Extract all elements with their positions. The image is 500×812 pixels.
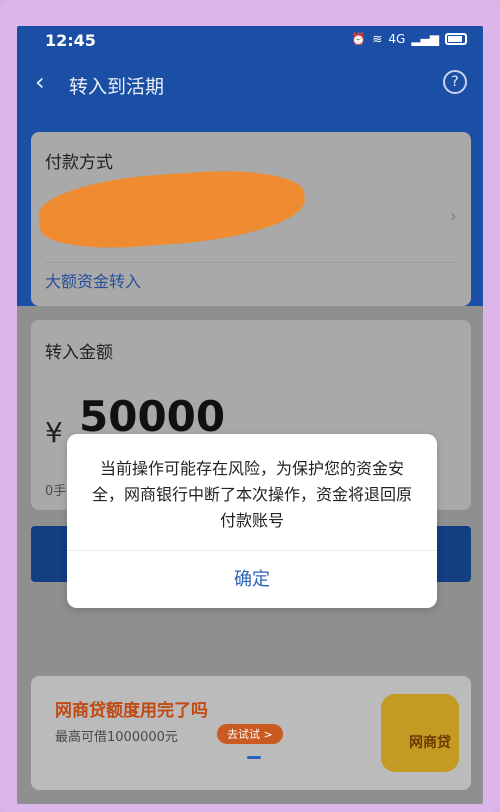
status-icons: ⏰ ≋ 4G ▂▄▆	[351, 32, 467, 46]
large-transfer-link[interactable]: 大额资金转入	[45, 268, 141, 292]
alarm-icon: ⏰	[351, 32, 367, 46]
battery-icon	[445, 33, 467, 45]
status-bar: 12:45 ⏰ ≋ 4G ▂▄▆	[17, 26, 483, 56]
promo-subtitle: 最高可借1000000元	[55, 730, 178, 745]
wifi-icon: ≋	[372, 32, 383, 46]
promo-mascot-label: 网商贷	[409, 735, 451, 751]
dialog-message: 当前操作可能存在风险，为保护您的资金安全，网商银行中断了本次操作，资金将退回原付…	[91, 459, 412, 530]
currency-symbol: ¥	[45, 416, 63, 449]
status-time: 12:45	[45, 31, 96, 50]
top-navigation: ‹ 转入到活期 ?	[17, 62, 483, 106]
amount-label: 转入金额	[45, 343, 113, 363]
promo-title: 网商贷额度用完了吗	[55, 701, 208, 721]
dialog-divider	[67, 550, 437, 551]
chevron-right-icon[interactable]: ›	[450, 206, 457, 227]
risk-dialog: 当前操作可能存在风险，为保护您的资金安全，网商银行中断了本次操作，资金将退回原付…	[67, 434, 437, 608]
amount-hint: 0手	[45, 484, 67, 499]
promo-banner[interactable]: 网商贷额度用完了吗 最高可借1000000元 去试试 > 网商贷	[31, 676, 471, 790]
page-indicator	[247, 756, 261, 759]
signal-label: 4G	[388, 32, 406, 46]
phone-screen: 12:45 ⏰ ≋ 4G ▂▄▆ ‹ 转入到活期 ? 付款方式 大额资金转入 ›…	[17, 26, 483, 804]
promo-try-button[interactable]: 去试试 >	[217, 724, 283, 744]
back-chevron-icon[interactable]: ‹	[35, 68, 45, 96]
page-title: 转入到活期	[69, 76, 165, 98]
payment-method-label: 付款方式	[45, 153, 113, 173]
signal-icon: ▂▄▆	[411, 32, 439, 46]
dialog-confirm-button[interactable]: 确定	[67, 552, 437, 608]
payment-divider	[45, 262, 455, 263]
help-icon[interactable]: ?	[443, 70, 467, 94]
